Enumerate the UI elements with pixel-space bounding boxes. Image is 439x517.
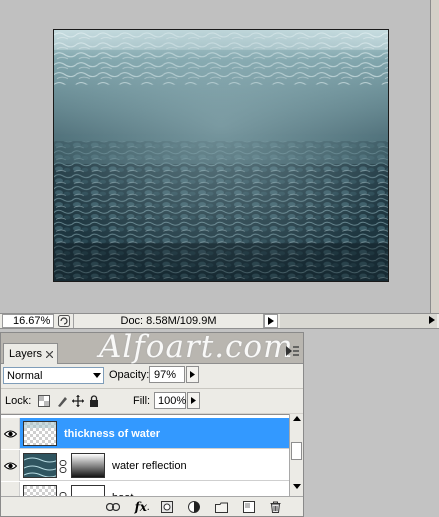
blend-mode-select[interactable]: Normal [3, 367, 104, 384]
lock-transparent-pixels-icon[interactable] [37, 394, 50, 407]
adjustment-layer-icon[interactable] [186, 500, 202, 514]
opacity-value: 97% [154, 368, 177, 381]
blend-mode-value: Normal [7, 369, 43, 382]
panel-tab-bar: Layers Alfoart.com [1, 329, 303, 365]
trash-icon[interactable] [267, 500, 283, 514]
new-layer-icon[interactable] [241, 500, 257, 514]
add-mask-icon[interactable] [159, 500, 175, 514]
opacity-label: Opacity: [109, 369, 150, 381]
status-menu-button[interactable] [264, 314, 278, 328]
fx-icon[interactable]: fx. [134, 500, 150, 514]
link-layers-icon[interactable] [105, 500, 121, 514]
eye-icon [3, 430, 17, 437]
document-window-edge [430, 0, 439, 313]
layers-panel-footer: fx. [1, 496, 303, 516]
status-info-button[interactable] [54, 314, 74, 328]
triangle-right-icon [190, 371, 195, 378]
tab-layers-label: Layers [9, 348, 43, 360]
zoom-level-field[interactable]: 16.67% [2, 314, 54, 328]
lock-label: Lock: [5, 395, 32, 407]
watermark-logo: Alfoart.com [99, 329, 294, 365]
close-icon[interactable] [46, 350, 54, 358]
visibility-toggle[interactable] [1, 418, 20, 449]
status-bar: 16.67% Doc: 8.58M/109.9M [0, 313, 439, 329]
visibility-toggle[interactable] [1, 450, 20, 481]
new-group-icon[interactable] [213, 500, 229, 514]
fill-value: 100% [158, 394, 187, 407]
visibility-toggle[interactable] [1, 482, 20, 496]
layer-name: thickness of water [64, 428, 160, 440]
fill-slider-button[interactable] [187, 392, 200, 409]
layers-vertical-scrollbar[interactable] [289, 414, 303, 496]
layer-row[interactable]: boat [1, 482, 289, 496]
scroll-thumb[interactable] [291, 442, 302, 460]
eye-icon [3, 462, 17, 469]
layer-list: thickness of water water reflection [1, 414, 289, 496]
layer-thumbnail[interactable] [23, 421, 57, 446]
opacity-input[interactable]: 97% [149, 366, 185, 383]
tab-layers[interactable]: Layers [3, 343, 58, 364]
layer-thumbnail[interactable] [23, 485, 57, 496]
mask-link-icon[interactable] [59, 460, 67, 473]
lock-image-pixels-icon[interactable] [55, 394, 68, 407]
scroll-right-icon[interactable] [429, 316, 435, 324]
doc-size-text: Doc: 8.58M/109.9M [120, 315, 217, 327]
horizontal-scrollbar[interactable] [280, 314, 437, 328]
layer-thumbnail[interactable] [23, 453, 57, 478]
layer-mask-thumbnail[interactable] [71, 485, 105, 496]
lock-position-icon[interactable] [71, 394, 84, 407]
status-info-icon [57, 315, 70, 327]
scroll-up-icon[interactable] [293, 416, 301, 421]
zoom-level-text: 16.67% [13, 315, 51, 327]
doc-size-info: Doc: 8.58M/109.9M [74, 314, 264, 328]
panel-menu-icon[interactable] [285, 345, 299, 357]
triangle-right-icon [191, 397, 196, 404]
layer-row[interactable]: thickness of water [1, 418, 289, 449]
layer-mask-thumbnail[interactable] [71, 453, 105, 478]
scroll-down-icon[interactable] [293, 484, 301, 489]
blend-opacity-row: Normal Opacity: 97% [1, 364, 303, 388]
layers-panel: Layers Alfoart.com Normal Opacity: 97% L… [0, 329, 304, 517]
lock-fill-row: Lock: Fill: 100% [1, 388, 303, 413]
opacity-slider-button[interactable] [186, 366, 199, 383]
layer-row[interactable]: water reflection [1, 450, 289, 481]
underwater-photo-canvas[interactable] [53, 29, 389, 282]
triangle-right-icon [268, 317, 274, 325]
fill-label: Fill: [133, 395, 151, 407]
chevron-down-icon [93, 373, 101, 378]
document-canvas-area [0, 0, 439, 313]
lock-all-icon[interactable] [87, 394, 100, 407]
fill-input[interactable]: 100% [154, 392, 186, 409]
layer-name: water reflection [112, 460, 187, 472]
